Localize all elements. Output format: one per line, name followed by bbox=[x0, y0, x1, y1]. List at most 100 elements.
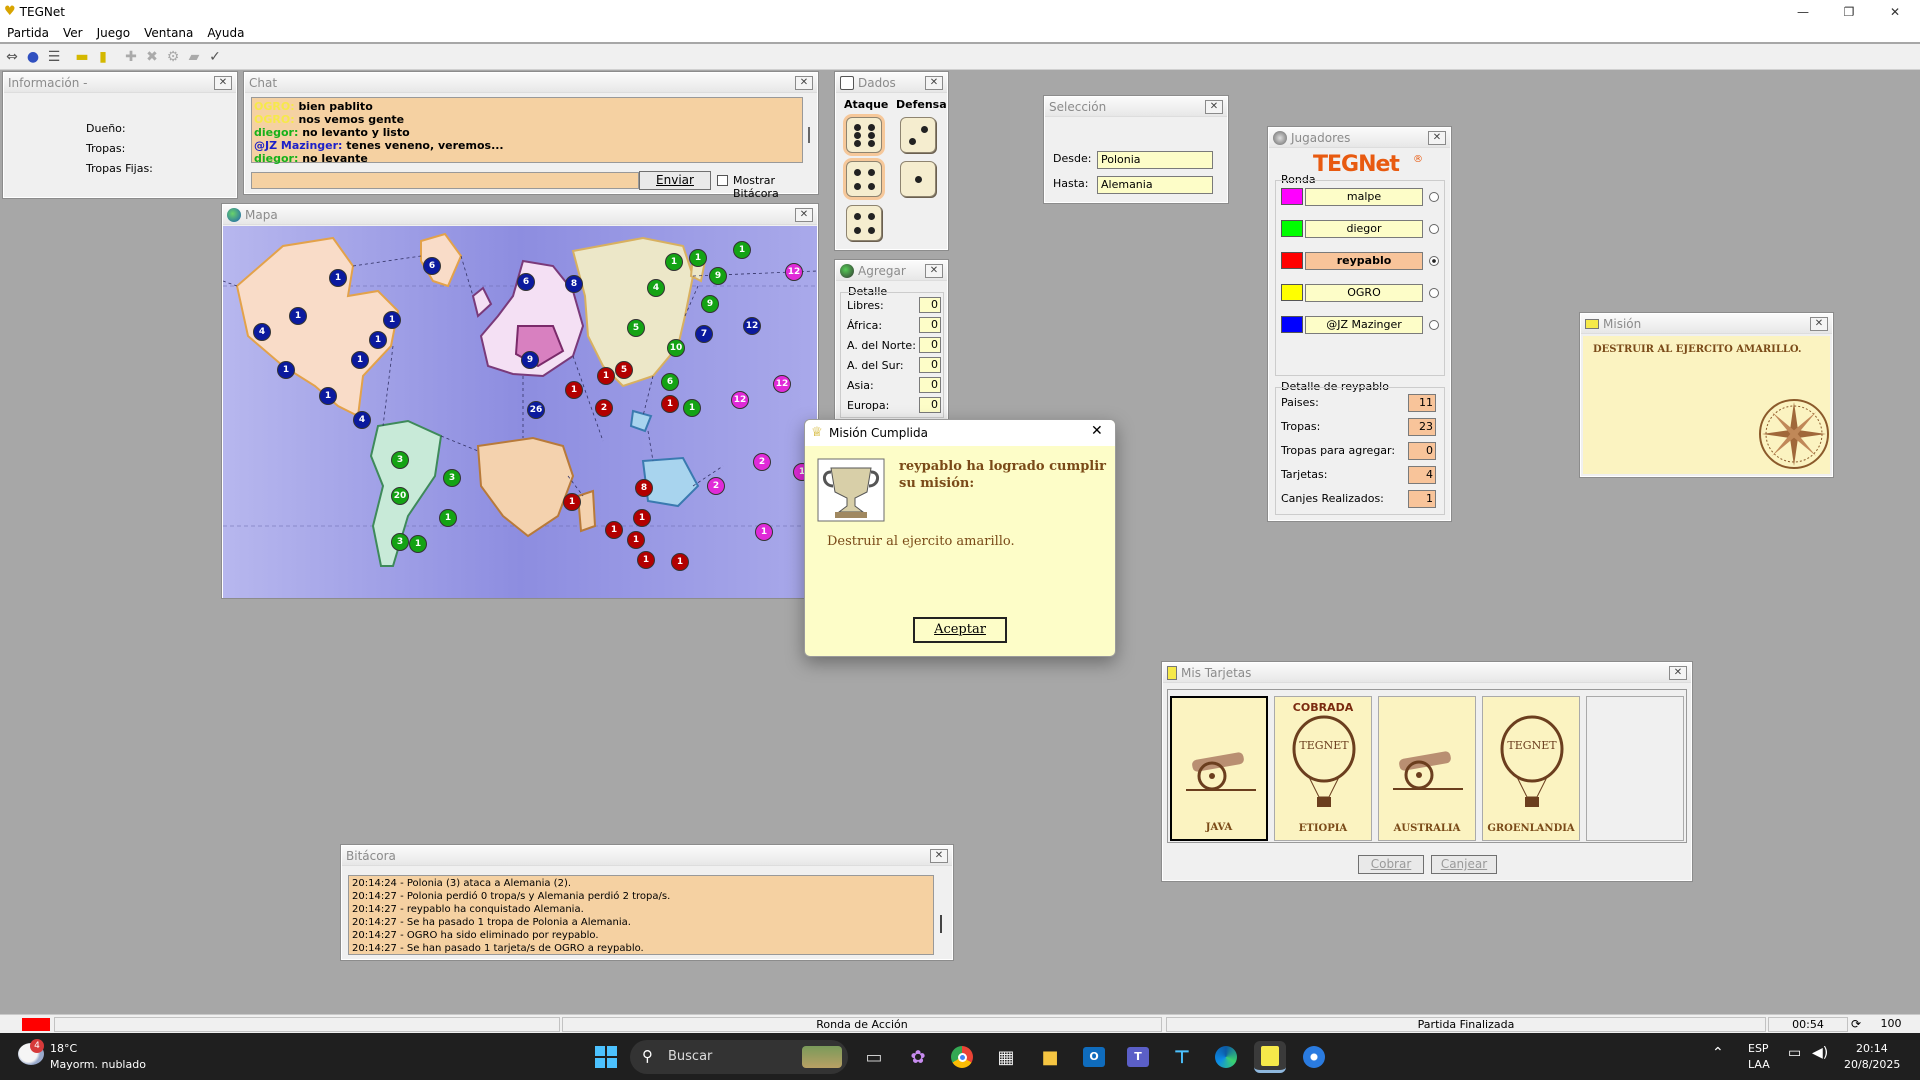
card-icon[interactable]: ▬ bbox=[72, 47, 92, 67]
army-token[interactable]: 1 bbox=[733, 241, 751, 259]
volume-icon[interactable]: ◀) bbox=[1812, 1045, 1828, 1061]
add-troops-icon[interactable]: ✚ bbox=[121, 47, 141, 67]
army-token[interactable]: 12 bbox=[785, 263, 803, 281]
menu-ayuda[interactable]: Ayuda bbox=[200, 26, 251, 40]
army-token[interactable]: 3 bbox=[391, 451, 409, 469]
player-radio[interactable] bbox=[1429, 224, 1439, 234]
army-token[interactable]: 9 bbox=[521, 351, 539, 369]
menu-ver[interactable]: Ver bbox=[56, 26, 90, 40]
collect-button[interactable]: Cobrar bbox=[1358, 855, 1424, 874]
army-token[interactable]: 1 bbox=[563, 493, 581, 511]
close-window-button[interactable]: ✕ bbox=[1872, 0, 1918, 23]
army-token[interactable]: 1 bbox=[383, 311, 401, 329]
log-scrollbar[interactable] bbox=[934, 875, 948, 955]
outlook-icon[interactable]: O bbox=[1078, 1041, 1110, 1073]
regroup-icon[interactable]: ⚙ bbox=[163, 47, 183, 67]
army-token[interactable]: 12 bbox=[743, 317, 761, 335]
army-token[interactable]: 2 bbox=[595, 399, 613, 417]
army-token[interactable]: 9 bbox=[701, 295, 719, 313]
army-token[interactable]: 2 bbox=[707, 477, 725, 495]
player-radio[interactable] bbox=[1429, 320, 1439, 330]
army-token[interactable]: 7 bbox=[695, 325, 713, 343]
army-token[interactable]: 6 bbox=[661, 373, 679, 391]
menu-partida[interactable]: Partida bbox=[0, 26, 56, 40]
copilot-icon[interactable]: ✿ bbox=[902, 1041, 934, 1073]
swap-button[interactable]: Canjear bbox=[1431, 855, 1497, 874]
lang-line2[interactable]: LAA bbox=[1748, 1058, 1770, 1071]
player-row[interactable]: diegor bbox=[1281, 220, 1441, 238]
army-token[interactable]: 1 bbox=[351, 351, 369, 369]
menu-ventana[interactable]: Ventana bbox=[137, 26, 200, 40]
army-token[interactable]: 4 bbox=[647, 279, 665, 297]
player-radio-selected[interactable] bbox=[1429, 256, 1439, 266]
app-t-icon[interactable]: ⊤ bbox=[1166, 1041, 1198, 1073]
country-card[interactable]: AUSTRALIA bbox=[1378, 696, 1476, 841]
army-token[interactable]: 1 bbox=[369, 331, 387, 349]
army-token[interactable]: 1 bbox=[319, 387, 337, 405]
minimize-button[interactable]: — bbox=[1780, 0, 1826, 23]
mission-close-button[interactable]: ✕ bbox=[1810, 317, 1828, 331]
app-globe-icon[interactable] bbox=[1298, 1041, 1330, 1073]
players-close-button[interactable]: ✕ bbox=[1428, 131, 1446, 145]
end-turn-icon[interactable]: ✓ bbox=[205, 47, 225, 67]
accept-button[interactable]: Aceptar bbox=[913, 617, 1007, 643]
info-close-button[interactable]: ✕ bbox=[214, 76, 232, 90]
search-box[interactable]: ⚲ Buscar bbox=[630, 1040, 848, 1074]
army-token[interactable]: 12 bbox=[731, 391, 749, 409]
army-token[interactable]: 1 bbox=[277, 361, 295, 379]
country-card[interactable]: JAVA bbox=[1170, 696, 1268, 841]
show-log-checkbox[interactable] bbox=[717, 175, 728, 186]
clock-date[interactable]: 20/8/2025 bbox=[1844, 1058, 1900, 1071]
army-token[interactable]: 3 bbox=[443, 469, 461, 487]
player-row[interactable]: @JZ Mazinger bbox=[1281, 316, 1441, 334]
army-token[interactable]: 8 bbox=[565, 275, 583, 293]
log-close-button[interactable]: ✕ bbox=[930, 849, 948, 863]
army-token[interactable]: 1 bbox=[755, 523, 773, 541]
army-token[interactable]: 12 bbox=[773, 375, 791, 393]
army-token[interactable]: 20 bbox=[391, 487, 409, 505]
country-card[interactable]: TEGNET GROENLANDIA bbox=[1482, 696, 1580, 841]
lang-line1[interactable]: ESP bbox=[1748, 1042, 1769, 1055]
tray-chevron-icon[interactable]: ⌃ bbox=[1712, 1045, 1724, 1061]
army-token[interactable]: 1 bbox=[637, 551, 655, 569]
clock-time[interactable]: 20:14 bbox=[1856, 1042, 1888, 1055]
army-token[interactable]: 2 bbox=[753, 453, 771, 471]
player-row[interactable]: OGRO bbox=[1281, 284, 1441, 302]
army-token[interactable]: 1 bbox=[289, 307, 307, 325]
store-icon[interactable]: ▦ bbox=[990, 1041, 1022, 1073]
file-explorer-icon[interactable]: ■ bbox=[1034, 1041, 1066, 1073]
start-icon[interactable]: ● bbox=[23, 47, 43, 67]
army-token[interactable]: 1 bbox=[683, 399, 701, 417]
send-button[interactable]: Enviar bbox=[639, 171, 711, 190]
army-token[interactable]: 1 bbox=[605, 521, 623, 539]
edge-icon[interactable] bbox=[1210, 1041, 1242, 1073]
army-token[interactable]: 10 bbox=[667, 339, 685, 357]
chat-input[interactable] bbox=[251, 172, 639, 189]
chat-scrollbar[interactable] bbox=[804, 97, 814, 163]
get-card-icon[interactable]: ▰ bbox=[184, 47, 204, 67]
attack-icon[interactable]: ✖ bbox=[142, 47, 162, 67]
mission-icon[interactable]: ▮ bbox=[93, 47, 113, 67]
army-token[interactable]: 1 bbox=[661, 395, 679, 413]
army-token[interactable]: 1 bbox=[627, 531, 645, 549]
add-close-button[interactable]: ✕ bbox=[925, 264, 943, 278]
army-token[interactable]: 3 bbox=[391, 533, 409, 551]
army-token[interactable]: 6 bbox=[517, 273, 535, 291]
start-button[interactable] bbox=[590, 1041, 622, 1073]
army-token[interactable]: 4 bbox=[353, 411, 371, 429]
map-close-button[interactable]: ✕ bbox=[795, 208, 813, 222]
player-row[interactable]: reypablo bbox=[1281, 252, 1441, 270]
menu-juego[interactable]: Juego bbox=[90, 26, 138, 40]
army-token[interactable]: 5 bbox=[615, 361, 633, 379]
country-card[interactable]: COBRADA TEGNET ETIOPIA bbox=[1274, 696, 1372, 841]
chat-close-button[interactable]: ✕ bbox=[795, 76, 813, 90]
army-token[interactable]: 4 bbox=[253, 323, 271, 341]
selection-close-button[interactable]: ✕ bbox=[1205, 100, 1223, 114]
dice-close-button[interactable]: ✕ bbox=[925, 76, 943, 90]
army-token[interactable]: 1 bbox=[665, 253, 683, 271]
cards-close-button[interactable]: ✕ bbox=[1669, 666, 1687, 680]
teams-icon[interactable]: T bbox=[1122, 1041, 1154, 1073]
army-token[interactable]: 1 bbox=[439, 509, 457, 527]
army-token[interactable]: 5 bbox=[627, 319, 645, 337]
army-token[interactable]: 1 bbox=[689, 249, 707, 267]
